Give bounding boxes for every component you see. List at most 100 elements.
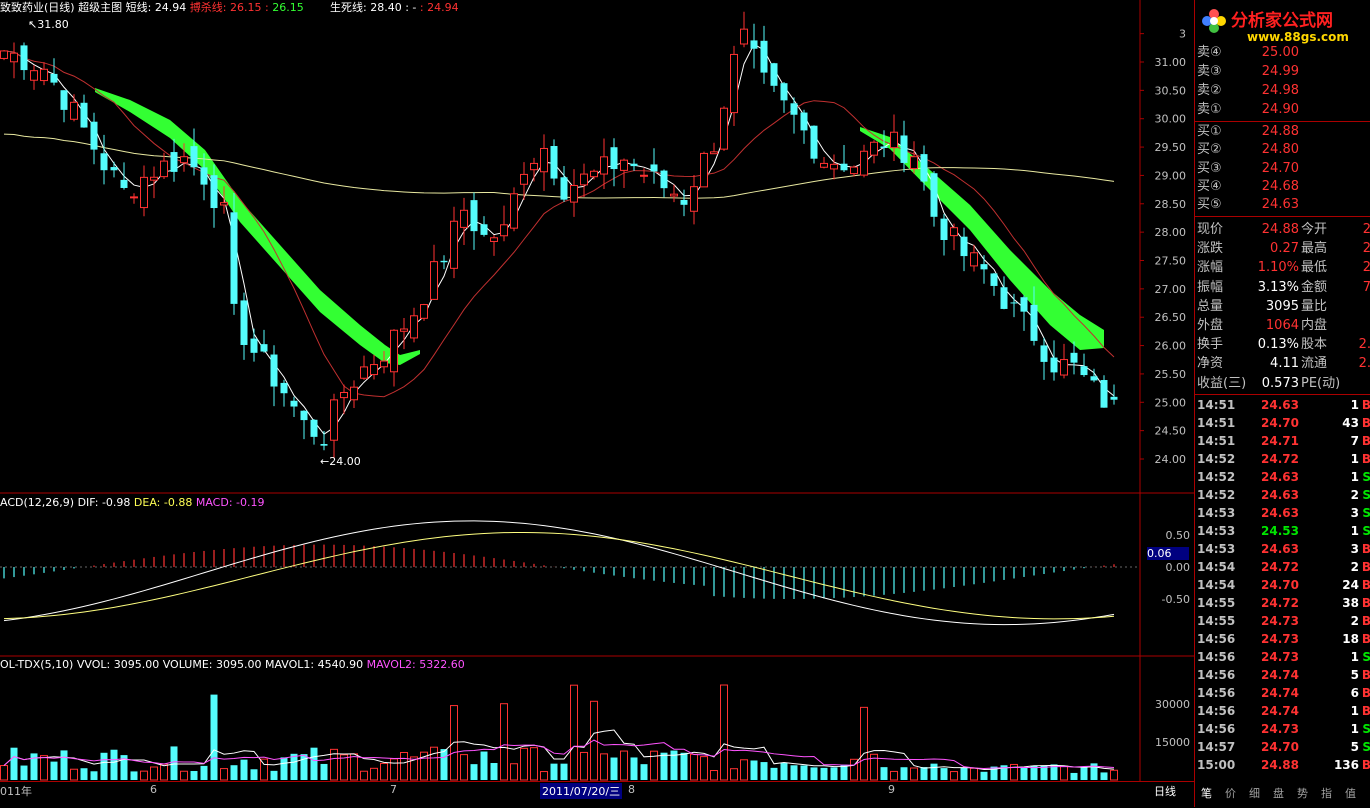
quote-label-2: 今开 (1301, 222, 1328, 237)
candle-up (530, 162, 538, 171)
volume-bar-up (620, 750, 628, 781)
quote-value: 24.88 (1261, 222, 1299, 237)
panel-tab[interactable]: 价 (1225, 785, 1236, 801)
price-axis-label: 27.50 (1155, 255, 1187, 268)
volume-bar-up (430, 746, 438, 781)
chart-area[interactable]: 3 31.00 30.50 30.00 29.50 29.00 28.50 28.00 27.5… (0, 0, 1194, 807)
buy-level[interactable]: 买① 24.88 (1195, 123, 1370, 141)
tick-volume: 2 (1350, 560, 1359, 574)
tick-time: 14:52 (1197, 488, 1236, 502)
candle-down (260, 344, 268, 352)
candle-up (350, 386, 358, 401)
quote-panel: 分析家公式网 www.88gs.com 卖④ 25.00 卖③ 24.99 卖② 24.9… (1194, 0, 1370, 807)
chart-header: 致致药业(日线) 超级主图 短线: 24.94 搏杀线: 26.15 : 26.… (0, 0, 304, 15)
volume-bar-down (750, 760, 758, 780)
tick-price: 24.74 (1261, 704, 1299, 718)
candle-down (920, 154, 928, 182)
volume-bar-up (360, 770, 368, 781)
quote-value: 3.13% (1257, 279, 1299, 295)
candle-down (660, 170, 668, 189)
tick-row: 14:56 24.73 1 S (1195, 720, 1370, 738)
tick-time: 14:51 (1197, 416, 1236, 430)
sell-level[interactable]: 卖③ 24.99 (1195, 63, 1370, 81)
tick-price: 24.63 (1261, 488, 1299, 502)
quote-label: 振幅 (1197, 279, 1224, 295)
sell-price: 24.99 (1261, 64, 1299, 79)
panel-tab[interactable]: 盘 (1273, 785, 1284, 801)
volume-bar-down (800, 765, 808, 780)
sell-label: 卖③ (1197, 64, 1222, 79)
sell-level[interactable]: 卖④ 25.00 (1195, 44, 1370, 62)
logo: 分析家公式网 www.88gs.com (1195, 0, 1370, 50)
tick-volume: 136 (1333, 758, 1359, 772)
panel-tab[interactable]: 细 (1249, 785, 1260, 801)
panel-tab[interactable]: 指 (1321, 785, 1332, 801)
volume-bar-down (190, 771, 198, 780)
volume-bar-down (90, 771, 98, 780)
quote-label: 总量 (1197, 298, 1224, 314)
volume-bar-up (700, 756, 708, 781)
buy-level[interactable]: 买③ 24.70 (1195, 160, 1370, 178)
quote-value: 4.11 (1270, 356, 1299, 372)
buy-level[interactable]: 买⑤ 24.63 (1195, 196, 1370, 214)
candle-up (510, 193, 518, 229)
quote-label: 现价 (1197, 222, 1224, 237)
candle-down (840, 163, 848, 171)
tick-row: 15:00 24.88 136 B (1195, 756, 1370, 774)
vol-mavol1: MAVOL1: 4540.90 (264, 658, 364, 671)
sell-level[interactable]: 卖① 24.90 (1195, 101, 1370, 119)
tick-price: 24.53 (1261, 524, 1299, 538)
price-axis-label: 29.50 (1155, 141, 1187, 154)
buy-level[interactable]: 买② 24.80 (1195, 141, 1370, 159)
tick-flag: S (1362, 722, 1370, 736)
quote-value: 1064 (1265, 318, 1299, 333)
panel-tab[interactable]: 值 (1345, 785, 1356, 801)
stock-name: 致致药业(日线) (0, 1, 75, 14)
candle-up (10, 52, 18, 63)
trend-band-1 (95, 88, 420, 365)
price-axis-label: 29.00 (1155, 169, 1187, 182)
candle-up (450, 220, 458, 269)
candle-down (630, 163, 638, 167)
tick-row: 14:55 24.72 38 B (1195, 594, 1370, 612)
tick-time: 14:54 (1197, 578, 1236, 592)
tick-volume: 1 (1350, 452, 1359, 466)
tick-flag: B (1361, 416, 1370, 430)
tick-flag: B (1361, 542, 1370, 556)
short-value: 24.94 (154, 1, 187, 14)
tick-time: 14:55 (1197, 614, 1236, 628)
period-button[interactable]: 日线 (1154, 783, 1176, 799)
buy-level[interactable]: 买④ 24.68 (1195, 178, 1370, 196)
tick-row: 14:51 24.70 43 B (1195, 414, 1370, 432)
volume-bar-down (60, 750, 68, 780)
quote-value-2: 2 (1362, 260, 1370, 276)
volume-bar-up (160, 763, 168, 781)
volume-bar-down (210, 694, 218, 780)
tick-volume: 24 (1342, 578, 1359, 592)
candle-down (20, 45, 28, 71)
volume-bar-down (240, 759, 248, 780)
tick-price: 24.70 (1261, 740, 1299, 754)
quote-value: 0.13% (1257, 337, 1299, 353)
quote-value: 3095 (1265, 298, 1299, 314)
tick-price: 24.73 (1261, 614, 1299, 628)
panel-tab[interactable]: 笔 (1201, 785, 1212, 801)
quote-label: 涨幅 (1197, 260, 1224, 276)
tick-flag: B (1361, 398, 1370, 412)
quote-row: 总量 3095 量比 (1195, 297, 1370, 316)
low-marker: ←24.00 (320, 455, 361, 468)
volume-bar-up (140, 770, 148, 781)
quote-label-2: 流通 (1301, 356, 1328, 372)
sell-level[interactable]: 卖② 24.98 (1195, 82, 1370, 100)
divider (1195, 215, 1370, 217)
volume-bar-down (920, 767, 928, 780)
macd-title: ACD(12,26,9) (0, 496, 75, 509)
panel-tab[interactable]: 势 (1297, 785, 1308, 801)
tick-price: 24.63 (1261, 470, 1299, 484)
quote-label: 净资 (1197, 356, 1224, 372)
tick-row: 14:52 24.63 2 S (1195, 486, 1370, 504)
candle-down (1100, 380, 1108, 408)
volume-bar-down (1080, 766, 1088, 780)
tick-volume: 3 (1350, 506, 1359, 520)
candle-up (130, 196, 138, 199)
